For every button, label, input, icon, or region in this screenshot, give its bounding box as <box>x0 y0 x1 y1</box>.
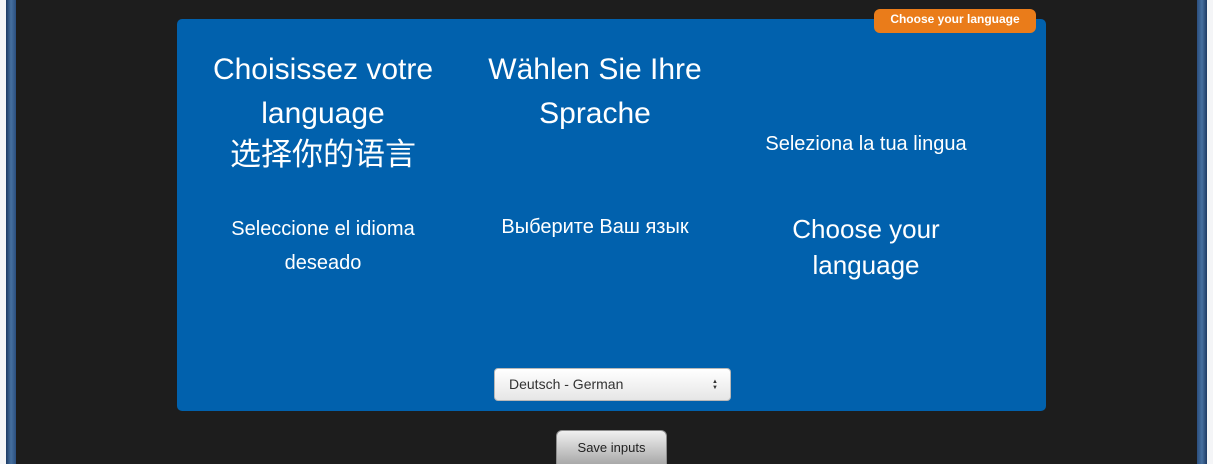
french-line-2: language <box>261 97 385 130</box>
save-inputs-button[interactable]: Save inputs <box>556 430 667 464</box>
language-option-french[interactable]: Choisissez votre language <box>197 48 449 136</box>
german-line-1: Wählen Sie Ihre <box>488 53 702 86</box>
german-line-2: Sprache <box>539 97 651 130</box>
spanish-line-1: Seleccione el idioma <box>231 218 415 240</box>
language-option-italian[interactable]: Seleziona la tua lingua <box>742 127 990 161</box>
language-select-value: Deutsch - German <box>509 376 624 392</box>
language-option-chinese[interactable]: 选择你的语言 <box>197 133 449 177</box>
language-option-russian[interactable]: Выберите Ваш язык <box>470 210 720 244</box>
language-option-spanish[interactable]: Seleccione el idioma deseado <box>197 212 449 280</box>
spanish-line-2: deseado <box>284 252 362 274</box>
language-option-english[interactable]: Choose your language <box>742 211 990 283</box>
language-option-german[interactable]: Wählen Sie Ihre Sprache <box>470 48 720 136</box>
right-edge-bar <box>1197 0 1207 464</box>
updown-arrows-icon: ▲ ▼ <box>712 378 718 391</box>
language-select[interactable]: Deutsch - German ▲ ▼ <box>494 368 731 401</box>
left-edge-bar <box>6 0 16 464</box>
english-line-2: language <box>812 250 920 280</box>
choose-language-badge: Choose your language <box>874 9 1036 33</box>
french-line-1: Choisissez votre <box>212 53 434 86</box>
english-line-1: Choose your <box>792 214 940 244</box>
